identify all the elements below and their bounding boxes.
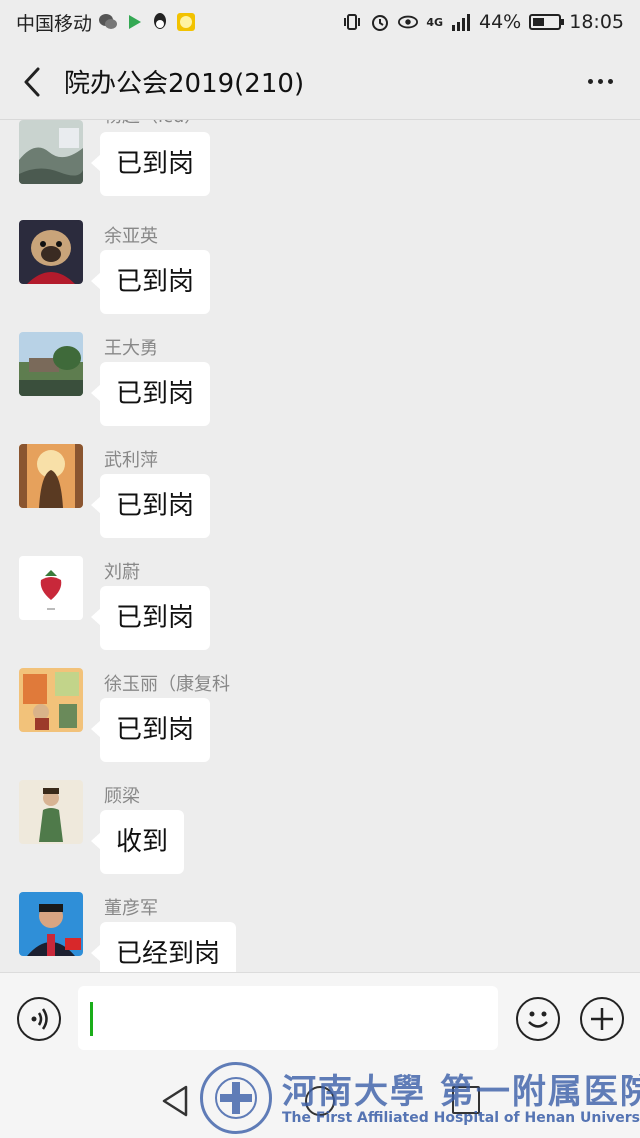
- message-bubble[interactable]: 已到岗: [90, 698, 211, 762]
- watermark-cn: 河南大學 第一附属医院: [282, 1072, 640, 1112]
- voice-button[interactable]: [17, 997, 61, 1041]
- qq-icon: [150, 12, 170, 32]
- message-bubble[interactable]: 已到岗: [90, 586, 211, 650]
- dot: [587, 79, 593, 84]
- message-item: 武利萍 已到岗: [0, 444, 640, 556]
- message-bubble[interactable]: 收到: [90, 810, 185, 874]
- vibrate-icon: [342, 12, 362, 32]
- play-icon: [124, 12, 144, 32]
- plus-icon: [591, 1008, 613, 1030]
- sender-name: 董彦军: [104, 898, 158, 919]
- sender-name: 王大勇: [104, 338, 158, 359]
- nav-back-icon[interactable]: [160, 1084, 190, 1118]
- message-list[interactable]: 杨超（icu） 已到岗 余亚英 已到岗 王大勇 已到岗 武利萍 已到岗 刘蔚 已…: [0, 120, 640, 972]
- watermark-en: The First Affiliated Hospital of Henan U…: [282, 1110, 640, 1126]
- child-avatar[interactable]: [19, 780, 83, 844]
- sender-name: 刘蔚: [104, 562, 140, 583]
- chevron-left-icon: [24, 67, 40, 96]
- carrier-label: 中国移动: [16, 12, 93, 35]
- illustration-avatar[interactable]: [19, 668, 83, 732]
- battery-icon: [529, 14, 565, 30]
- landscape-avatar[interactable]: [19, 120, 83, 184]
- message-item: 徐玉丽（康复科 已到岗: [0, 668, 640, 780]
- more-functions-button[interactable]: [580, 997, 624, 1041]
- sender-name: 徐玉丽（康复科: [104, 674, 230, 695]
- back-button[interactable]: [0, 44, 64, 120]
- network-label: 4G: [426, 15, 443, 29]
- message-item: 顾梁 收到: [0, 780, 640, 892]
- sender-name: 余亚英: [104, 226, 158, 247]
- clock: 18:05: [569, 11, 624, 33]
- signal-icon: [451, 12, 471, 32]
- message-item: 刘蔚 已到岗: [0, 556, 640, 668]
- message-bubble[interactable]: 已到岗: [90, 362, 211, 426]
- eye-icon: [398, 12, 419, 32]
- voice-icon: [31, 1008, 48, 1030]
- message-item: 杨超（icu） 已到岗: [0, 120, 640, 226]
- message-item: 王大勇 已到岗: [0, 332, 640, 444]
- more-options-button[interactable]: [560, 44, 640, 120]
- sender-name: 杨超（icu）: [104, 120, 202, 128]
- status-bar: 中国移动 4G 44% 18:05: [0, 0, 640, 44]
- sender-name: 武利萍: [104, 450, 158, 471]
- message-item: 董彦军 已经到岗: [0, 892, 640, 972]
- man-avatar[interactable]: [19, 892, 83, 956]
- emoji-button[interactable]: [516, 997, 560, 1041]
- pug-avatar[interactable]: [19, 220, 83, 284]
- dot: [597, 79, 603, 84]
- strawberry-avatar[interactable]: [19, 556, 83, 620]
- smiley-icon: [528, 1011, 548, 1028]
- sunset-avatar[interactable]: [19, 444, 83, 508]
- chat-title: 院办公会2019(210): [64, 69, 305, 99]
- input-bar: [0, 972, 640, 1064]
- chat-header: 院办公会2019(210): [0, 44, 640, 120]
- emoji-app-icon: [176, 12, 196, 32]
- message-bubble[interactable]: 已到岗: [90, 132, 211, 196]
- dot: [607, 79, 613, 84]
- message-item: 余亚英 已到岗: [0, 220, 640, 332]
- alarm-icon: [370, 12, 390, 32]
- sender-name: 顾梁: [104, 786, 140, 807]
- text-cursor: [90, 1002, 93, 1036]
- battery-percent: 44%: [479, 11, 522, 33]
- battery-fill: [533, 18, 544, 26]
- garden-avatar[interactable]: [19, 332, 83, 396]
- message-bubble[interactable]: 已到岗: [90, 250, 211, 314]
- wechat-icon: [98, 12, 118, 32]
- hospital-seal-logo: [200, 1062, 272, 1134]
- message-bubble[interactable]: 已到岗: [90, 474, 211, 538]
- message-bubble[interactable]: 已经到岗: [90, 922, 237, 972]
- message-input[interactable]: [78, 986, 498, 1050]
